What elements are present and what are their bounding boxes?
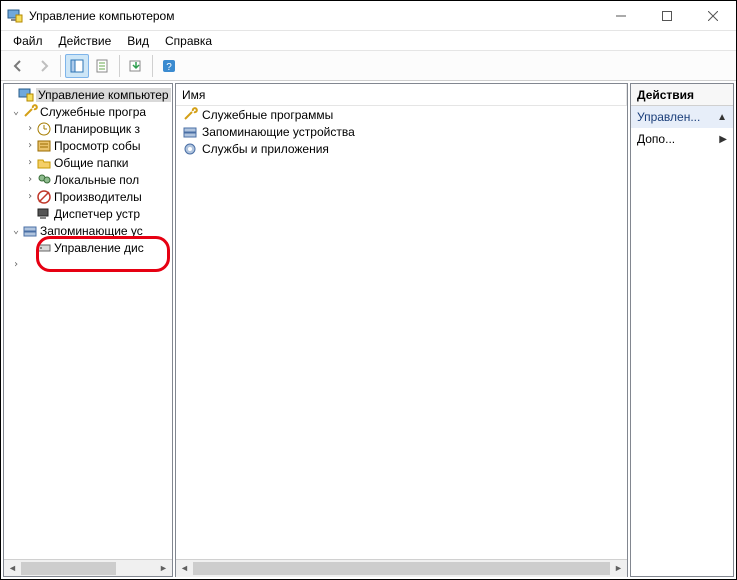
menu-view[interactable]: Вид: [119, 32, 157, 50]
tree-performance[interactable]: › Производителы: [4, 188, 172, 205]
tree-root-label: Управление компьютер: [38, 88, 169, 102]
caret-right-icon: ▶: [719, 134, 727, 145]
list-item-label: Служебные программы: [202, 108, 333, 122]
tree-utilities[interactable]: ⌄ Служебные програ: [4, 103, 172, 120]
close-button[interactable]: [690, 1, 736, 31]
tree-localusers[interactable]: › Локальные пол: [4, 171, 172, 188]
tree-diskmgmt-label: Управление дис: [54, 241, 144, 255]
scroll-right-button[interactable]: ►: [155, 560, 172, 577]
list-header: Имя: [176, 84, 627, 106]
tree-sharedfolders[interactable]: › Общие папки: [4, 154, 172, 171]
toolbar-separator: [60, 55, 61, 77]
scroll-left-button[interactable]: ◄: [176, 560, 193, 577]
scroll-track[interactable]: [193, 560, 610, 577]
computer-management-window: Управление компьютером Файл Действие Вид…: [0, 0, 737, 580]
tree-sharedfolders-label: Общие папки: [54, 156, 128, 170]
scroll-track[interactable]: [21, 560, 155, 577]
show-hide-tree-button[interactable]: [65, 54, 89, 78]
toolbar-separator: [152, 55, 153, 77]
expand-icon[interactable]: ›: [24, 174, 36, 185]
tree-eventviewer[interactable]: › Просмотр собы: [4, 137, 172, 154]
expand-icon[interactable]: ›: [24, 140, 36, 151]
action-main[interactable]: Управлен... ▲: [631, 106, 733, 128]
menu-bar: Файл Действие Вид Справка: [1, 31, 736, 51]
actions-header-label: Действия: [637, 88, 694, 102]
tree-scheduler[interactable]: › Планировщик з: [4, 120, 172, 137]
forward-button[interactable]: [32, 54, 56, 78]
storage-icon: [182, 124, 198, 140]
list-item-utilities[interactable]: Служебные программы: [176, 106, 627, 123]
actions-body: Управлен... ▲ Допо... ▶: [631, 106, 733, 576]
expand-icon[interactable]: ›: [10, 259, 22, 270]
properties-button[interactable]: [91, 54, 115, 78]
computer-management-icon: [18, 87, 34, 103]
tree-eventviewer-label: Просмотр собы: [54, 139, 140, 153]
tree-utilities-label: Служебные програ: [40, 105, 146, 119]
tree-panel: Управление компьютер ⌄ Служебные програ …: [3, 83, 173, 577]
device-manager-icon: [36, 206, 52, 222]
list-panel: Имя Служебные программы Запоминающие уст…: [175, 83, 628, 577]
help-button[interactable]: ?: [157, 54, 181, 78]
list-item-label: Службы и приложения: [202, 142, 329, 156]
maximize-button[interactable]: [644, 1, 690, 31]
expand-icon[interactable]: ›: [24, 123, 36, 134]
tree-services[interactable]: ›: [4, 256, 172, 273]
action-more-label: Допо...: [637, 132, 675, 146]
caret-up-icon: ▲: [717, 112, 727, 123]
actions-panel: Действия Управлен... ▲ Допо... ▶: [630, 83, 734, 577]
tree-devicemgr[interactable]: Диспетчер устр: [4, 205, 172, 222]
tree-root[interactable]: Управление компьютер: [4, 86, 172, 103]
column-name-label: Имя: [182, 88, 205, 102]
list-item-storage[interactable]: Запоминающие устройства: [176, 123, 627, 140]
action-more[interactable]: Допо... ▶: [631, 128, 733, 150]
title-bar: Управление компьютером: [1, 1, 736, 31]
tools-icon: [22, 104, 38, 120]
list-item-services[interactable]: Службы и приложения: [176, 140, 627, 157]
menu-help[interactable]: Справка: [157, 32, 220, 50]
menu-file[interactable]: Файл: [5, 32, 51, 50]
tree-horizontal-scrollbar[interactable]: ◄ ►: [4, 559, 172, 576]
shared-folders-icon: [36, 155, 52, 171]
scroll-thumb[interactable]: [21, 562, 116, 575]
list-horizontal-scrollbar[interactable]: ◄ ►: [176, 559, 627, 576]
performance-icon: [36, 189, 52, 205]
storage-icon: [22, 223, 38, 239]
event-viewer-icon: [36, 138, 52, 154]
gear-icon: [182, 141, 198, 157]
collapse-icon[interactable]: ⌄: [10, 106, 22, 117]
content-area: Управление компьютер ⌄ Служебные програ …: [1, 81, 736, 579]
users-icon: [36, 172, 52, 188]
scroll-left-button[interactable]: ◄: [4, 560, 21, 577]
actions-header: Действия: [631, 84, 733, 106]
app-icon: [7, 8, 23, 24]
scroll-thumb[interactable]: [193, 562, 610, 575]
scroll-right-button[interactable]: ►: [610, 560, 627, 577]
back-button[interactable]: [6, 54, 30, 78]
tree-storage-label: Запоминающие ус: [40, 224, 143, 238]
tree-performance-label: Производителы: [54, 190, 142, 204]
toolbar: ?: [1, 51, 736, 81]
expand-icon[interactable]: ›: [24, 157, 36, 168]
list-item-label: Запоминающие устройства: [202, 125, 355, 139]
tree-devicemgr-label: Диспетчер устр: [54, 207, 140, 221]
collapse-icon[interactable]: ⌄: [10, 225, 22, 236]
export-list-button[interactable]: [124, 54, 148, 78]
tools-icon: [182, 107, 198, 123]
tree-storage[interactable]: ⌄ Запоминающие ус: [4, 222, 172, 239]
toolbar-separator: [119, 55, 120, 77]
expand-icon[interactable]: ›: [24, 191, 36, 202]
menu-action[interactable]: Действие: [51, 32, 120, 50]
list-body[interactable]: Служебные программы Запоминающие устройс…: [176, 106, 627, 559]
column-name[interactable]: Имя: [176, 84, 627, 105]
clock-icon: [36, 121, 52, 137]
tree-scheduler-label: Планировщик з: [54, 122, 140, 136]
minimize-button[interactable]: [598, 1, 644, 31]
tree-diskmgmt[interactable]: Управление дис: [4, 239, 172, 256]
disk-management-icon: [36, 240, 52, 256]
console-tree[interactable]: Управление компьютер ⌄ Служебные програ …: [4, 84, 172, 559]
tree-localusers-label: Локальные пол: [54, 173, 139, 187]
action-main-label: Управлен...: [637, 110, 700, 124]
svg-text:?: ?: [166, 62, 172, 73]
window-title: Управление компьютером: [29, 9, 598, 23]
